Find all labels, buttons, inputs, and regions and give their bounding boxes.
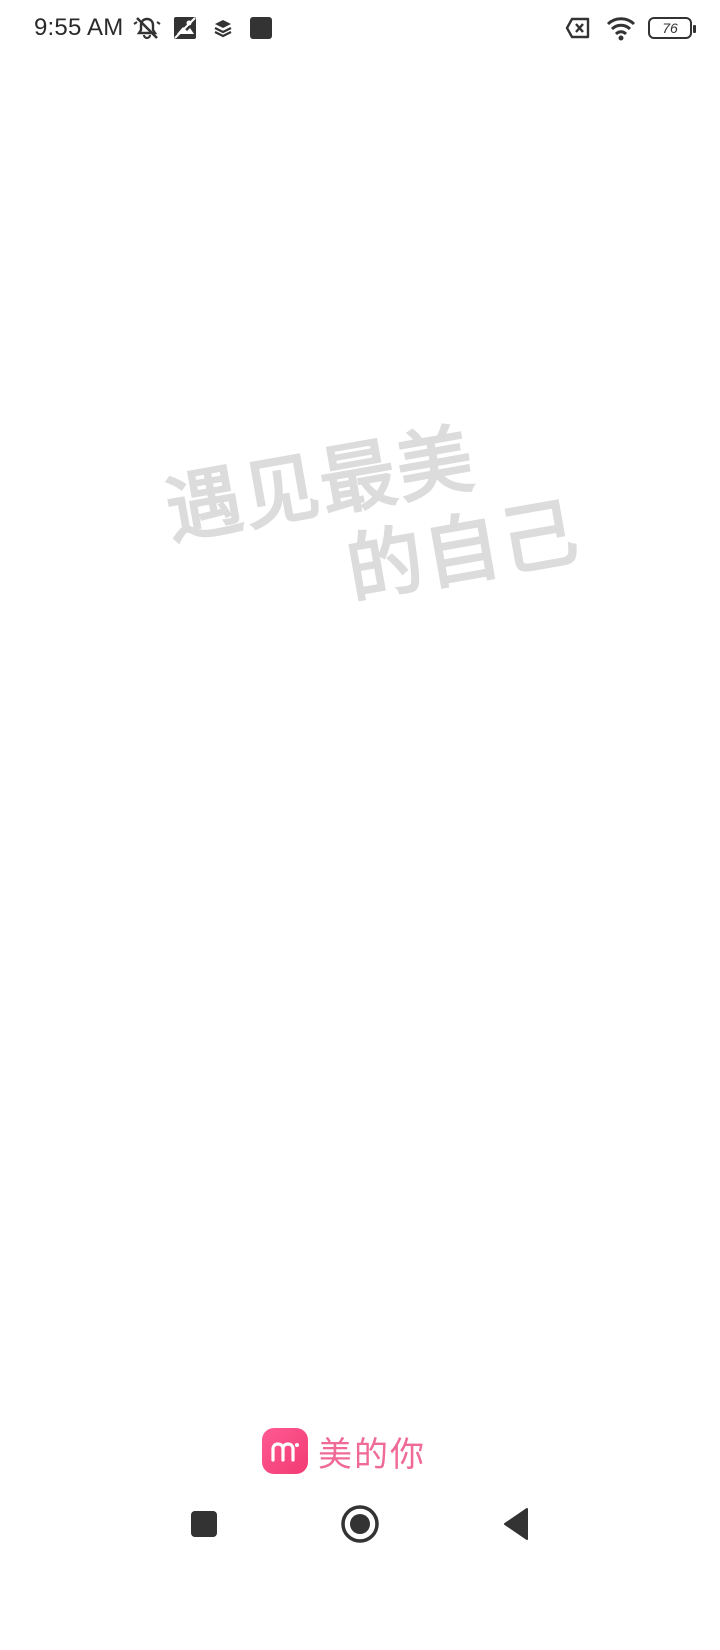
recents-button[interactable] [176,1496,232,1552]
status-time: 9:55 AM [34,14,124,41]
wifi-icon [606,14,636,42]
no-sim-icon [564,14,592,42]
brand-footer: 美的你 [262,1428,426,1475]
battery-level: 76 [662,20,678,36]
status-bar-right: 76 [564,14,696,42]
home-circle-icon [341,1505,379,1543]
square-app-icon [247,14,275,42]
battery-icon: 76 [648,17,696,39]
recents-square-icon [191,1511,217,1537]
back-triangle-icon [504,1508,528,1540]
photo-icon [171,14,199,42]
home-button[interactable] [332,1496,388,1552]
navigation-bar [0,1488,720,1560]
splash-slogan: 遇见最美 的自己 [132,325,587,634]
status-bar-left: 9:55 AM [34,14,275,42]
muted-bell-icon [133,14,162,42]
layers-icon [209,14,237,42]
status-bar: 9:55 AM 76 [0,0,720,56]
brand-name: 美的你 [318,1434,426,1475]
back-button[interactable] [488,1496,544,1552]
meidini-logo-icon [262,1428,308,1474]
